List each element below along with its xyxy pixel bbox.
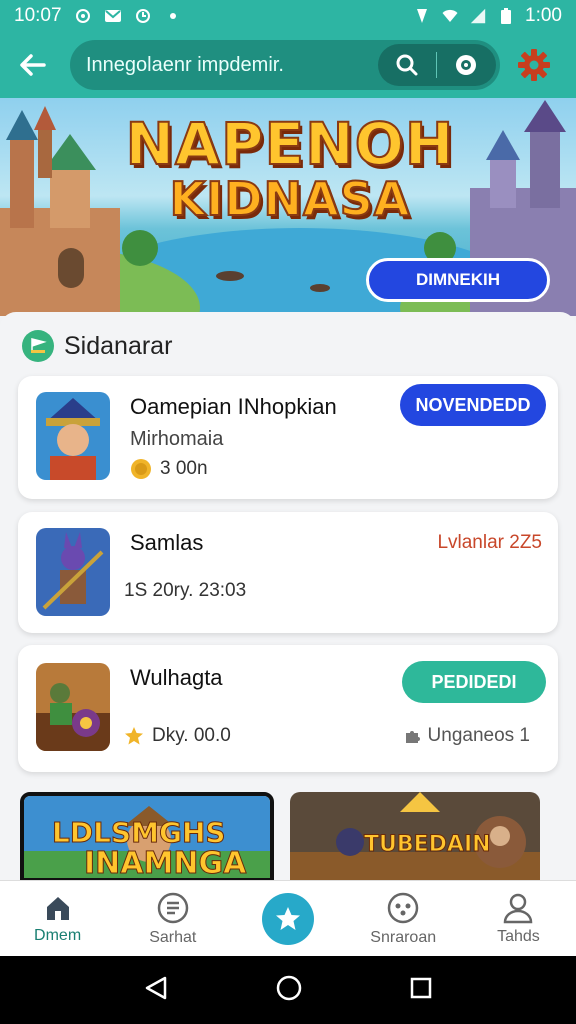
nav-item-profile[interactable]: Tahds [461, 881, 576, 956]
banner-subtitle: KIDNASA [169, 171, 411, 227]
pending-button[interactable]: PEDIDEDI [402, 661, 546, 703]
section-title: Sidanarar [64, 331, 173, 360]
settings-button[interactable] [514, 45, 554, 85]
game-date: 1S 20ry. 23:03 [124, 580, 246, 602]
star-icon [125, 727, 143, 745]
game-card[interactable]: Samlas Lvlanlar 2Z5 1S 20ry. 23:03 [18, 512, 558, 633]
notification-icon [74, 7, 92, 25]
game-title: Samlas [130, 530, 204, 555]
game-rating-value: Dky. 00.0 [152, 725, 231, 746]
game-players: Unganeos 1 [404, 725, 530, 747]
gear-icon [518, 49, 550, 81]
game-price: 3 00n [130, 458, 208, 480]
sync-icon [134, 7, 152, 25]
nav-item-center[interactable] [230, 881, 345, 956]
dot-icon [164, 7, 182, 25]
back-arrow-icon [20, 54, 46, 76]
status-clock: 1:00 [525, 5, 562, 26]
puzzle-icon [405, 731, 420, 743]
search-input[interactable]: Innegolaenr impdemir. [86, 54, 386, 77]
vibrate-icon [413, 7, 431, 25]
promo-title: LDLSMGHS [52, 816, 227, 850]
search-icon [396, 54, 418, 76]
content-sheet: Sidanarar Oamepian INhopkian Mirhomaia 3… [0, 312, 576, 882]
section-icon [22, 330, 54, 362]
game-subtitle: Mirhomaia [130, 428, 224, 450]
status-bar: 10:07 1:00 [0, 0, 576, 32]
nav-label-home: Dmem [34, 926, 82, 944]
game-price-value: 3 00n [160, 458, 208, 479]
fab-button[interactable] [262, 892, 314, 945]
promo-label: TUBEDAIN [364, 832, 492, 858]
system-home-button[interactable] [275, 974, 303, 1007]
game-tag: Lvlanlar 2Z5 [437, 532, 542, 553]
bottom-nav: Dmem Sarhat Snraroan Tahds [0, 880, 576, 956]
status-time: 10:07 [14, 5, 62, 26]
triangle-back-icon [145, 976, 167, 999]
game-thumbnail [36, 663, 110, 751]
promo-subtitle: INAMNGA [83, 846, 247, 881]
nav-item-games[interactable]: Snraroan [346, 881, 461, 956]
battery-icon [497, 7, 515, 25]
circle-home-icon [276, 975, 302, 1000]
banner-action-button[interactable]: DIMNEKIH [366, 258, 550, 302]
nav-label-profile: Tahds [497, 927, 540, 945]
wifi-icon [441, 7, 459, 25]
square-recents-icon [410, 977, 432, 998]
location-button[interactable] [437, 44, 495, 86]
system-recents-button[interactable] [409, 976, 433, 1005]
game-thumbnail [36, 528, 110, 616]
section-header: Sidanarar [22, 330, 172, 362]
back-button[interactable] [14, 46, 52, 84]
game-title: Oamepian INhopkian [130, 394, 337, 419]
game-players-value: Unganeos 1 [427, 725, 530, 746]
home-icon [46, 896, 69, 920]
search-button[interactable] [378, 44, 436, 86]
recommended-button[interactable]: NOVENDEDD [400, 384, 546, 426]
nav-item-home[interactable]: Dmem [0, 881, 115, 956]
game-rating: Dky. 00.0 [124, 725, 231, 747]
nav-label-search: Sarhat [149, 928, 197, 946]
gamepad-icon [387, 892, 419, 923]
hero-banner[interactable]: NAPENOH KIDNASA DIMNEKIH [0, 98, 576, 316]
game-thumbnail [36, 392, 110, 480]
game-title: Wulhagta [130, 665, 223, 690]
search-actions [378, 44, 496, 86]
search-bar[interactable]: Innegolaenr impdemir. [70, 40, 500, 90]
star-icon [276, 906, 300, 930]
nav-item-search[interactable]: Sarhat [115, 881, 230, 956]
game-card[interactable]: Wulhagta PEDIDEDI Dky. 00.0 Unganeos 1 [18, 645, 558, 772]
system-nav-bar [0, 956, 576, 1024]
promo-tile[interactable]: TUBEDAIN [290, 792, 540, 882]
system-back-button[interactable] [143, 975, 169, 1006]
promo-tile[interactable]: LDLSMGHS INAMNGA [20, 792, 274, 882]
signal-icon [469, 7, 487, 25]
flag-icon [31, 338, 47, 353]
profile-icon [504, 893, 533, 923]
nav-label-games: Snraroan [370, 928, 437, 946]
banner-title: NAPENOH [125, 109, 455, 179]
search-list-icon [157, 892, 189, 923]
target-icon [456, 55, 476, 75]
game-date-value: 1S 20ry. 23:03 [124, 580, 247, 601]
game-card[interactable]: Oamepian INhopkian Mirhomaia 3 00n NOVEN… [18, 376, 558, 499]
mail-icon [104, 7, 122, 25]
coin-icon [131, 459, 151, 479]
app-bar: Innegolaenr impdemir. [0, 32, 576, 98]
